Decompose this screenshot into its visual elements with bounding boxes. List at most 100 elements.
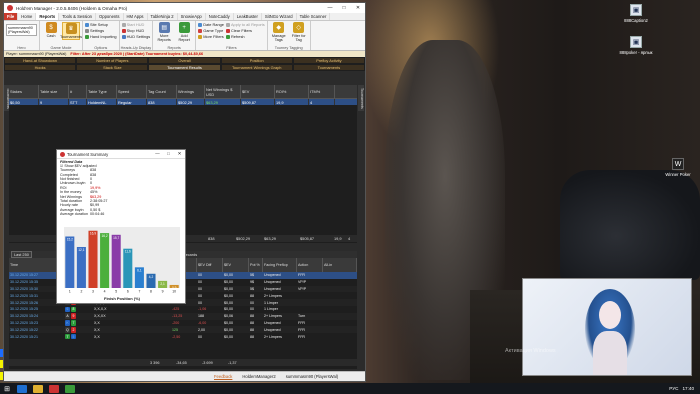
col-number[interactable]: # xyxy=(69,85,87,98)
menu-reports[interactable]: Reports xyxy=(36,13,60,20)
menu-sitngo-wizard[interactable]: SitNGo Wizard xyxy=(262,13,297,20)
tab-hooks[interactable]: Hooks xyxy=(4,64,77,71)
explorer-icon[interactable] xyxy=(33,384,43,393)
cell-action: FFR xyxy=(298,334,305,339)
tab-position[interactable]: Position xyxy=(220,57,293,64)
tab-tournament-winnings-graph[interactable]: Tournament Winnings Graph xyxy=(220,64,293,71)
side-tab-right[interactable]: Tournaments xyxy=(358,85,364,111)
menu-hm-apps[interactable]: HM Apps xyxy=(124,13,148,20)
col-roi[interactable]: ROI% xyxy=(275,85,309,98)
hand-row[interactable]: 30.12.2020 15:21 T 5 X,X -2,50 00 $0,00 88 2+ Li… xyxy=(9,333,357,340)
col-stakes[interactable]: Stakes xyxy=(9,85,39,98)
close-button[interactable]: ✕ xyxy=(351,5,365,11)
hand-row[interactable]: 30.12.2020 15:22 Q 2 X,X 125 2,00 $0,00 88 Unope… xyxy=(9,326,357,334)
cell-ev: $0,00 xyxy=(224,300,233,305)
tab-overall[interactable]: Overall xyxy=(148,57,221,64)
poker-client-icon[interactable] xyxy=(65,384,75,393)
col-table-size[interactable]: Table size xyxy=(39,85,69,98)
col-time[interactable]: Time xyxy=(9,258,63,272)
button-label: Clear Filters xyxy=(230,28,252,33)
col-net-winnings[interactable]: Net Winnings $ USD xyxy=(205,85,241,98)
col-tag-count[interactable]: Tag Count xyxy=(147,85,177,98)
hand-importing-button[interactable]: Hand Importing xyxy=(85,34,117,39)
cell-pot: 00 xyxy=(250,307,254,312)
hem-main-window[interactable]: Hold'em Manager - 2.0.5.8406 (Holdem & O… xyxy=(3,2,366,382)
footer-spacer xyxy=(9,359,149,366)
menu-file[interactable]: File xyxy=(4,13,19,20)
tab-tournament-results[interactable]: Tournament Results xyxy=(148,64,221,71)
table-row[interactable]: $0,50 9 STT HoldemNL Regular 838 $502,29… xyxy=(9,99,357,105)
tab-hand-at-showdown[interactable]: Hand-at Showdown xyxy=(4,57,77,64)
menu-table-scanner[interactable]: Table Scanner xyxy=(297,13,331,20)
hand-row[interactable]: 30.12.2020 15:24 A 9 X,X,XX -13,25 188 $0,06 88… xyxy=(9,312,357,320)
cell-board: X,X xyxy=(94,320,100,325)
start-hud-button[interactable]: Start HUD xyxy=(121,22,151,27)
play-icon xyxy=(121,22,126,27)
feedback-link[interactable]: Feedback xyxy=(214,374,232,379)
col-itm[interactable]: ITM% xyxy=(309,85,335,98)
col-all-in[interactable]: All-in xyxy=(323,258,357,272)
clear-filters-button[interactable]: Clear Filters xyxy=(225,28,265,33)
dialog-close-button[interactable]: ✕ xyxy=(174,151,185,157)
tournaments-mode-button[interactable]: ♛ Tournaments xyxy=(60,22,82,40)
col-winnings[interactable]: Winnings xyxy=(177,85,205,98)
tab-tournaments[interactable]: Tournaments xyxy=(292,64,365,71)
add-report-button[interactable]: + Add Report xyxy=(175,22,193,42)
menu-opponents[interactable]: Opponents xyxy=(96,13,124,20)
menu-leakbuster[interactable]: LeakBuster xyxy=(234,13,262,20)
edge-icon[interactable] xyxy=(17,384,27,393)
hand-count-select[interactable]: Last 250 xyxy=(11,251,32,258)
hem-taskbar-icon[interactable] xyxy=(49,384,59,393)
playing-card: T xyxy=(65,333,70,340)
desktop-icon-888poker[interactable]: ▣ 888poker - ярлык xyxy=(612,36,660,55)
game-type-button[interactable]: Game Type xyxy=(198,28,224,33)
windows-start-icon[interactable]: ⊞ xyxy=(0,383,14,394)
minimize-button[interactable]: — xyxy=(323,5,337,11)
tray-clock[interactable]: 17:40 xyxy=(683,386,695,391)
refresh-button[interactable]: Refresh xyxy=(225,34,265,39)
manage-tags-button[interactable]: ◆ Manage Tags xyxy=(270,22,288,42)
more-filters-button[interactable]: More Filters xyxy=(198,34,224,39)
menu-tableninja[interactable]: TableNinja 2 xyxy=(148,13,178,20)
menu-home[interactable]: Home xyxy=(18,13,37,20)
col-table-type[interactable]: Table Type xyxy=(87,85,117,98)
tray-language[interactable]: РУС xyxy=(669,386,678,391)
system-tray: РУС 17:40 xyxy=(669,386,700,391)
apply-all-reports-button[interactable]: Apply to all Reports xyxy=(225,22,265,27)
more-reports-button[interactable]: ▤ More Reports xyxy=(155,22,173,42)
tab-preflop-activity[interactable]: Prefloy Activity xyxy=(292,57,365,64)
col-pot[interactable]: Pot % xyxy=(249,258,263,272)
maximize-button[interactable]: □ xyxy=(337,5,351,11)
hud-settings-button[interactable]: HUD Settings xyxy=(121,34,150,39)
col-ev[interactable]: $EV xyxy=(241,85,275,98)
button-label: Date Range xyxy=(203,22,224,27)
site-setup-button[interactable]: Site Setup xyxy=(85,22,117,27)
windows-taskbar: ⊞ РУС 17:40 xyxy=(0,383,700,394)
menu-snowieapp[interactable]: SnowieApp xyxy=(178,13,206,20)
overlay-image-window[interactable] xyxy=(522,278,692,376)
group-label: Filters xyxy=(226,46,237,50)
stop-hud-button[interactable]: Stop HUD xyxy=(121,28,151,33)
dialog-maximize-button[interactable]: □ xyxy=(163,151,174,157)
col-ev-diff[interactable]: $EV Diff xyxy=(197,258,223,272)
cell-facing-preflop: Unopened xyxy=(264,286,281,291)
col-action[interactable]: Action xyxy=(297,258,323,272)
tab-number-of-players[interactable]: Number of Players xyxy=(76,57,149,64)
filter-for-tag-button[interactable]: ◇ Filter for Tag xyxy=(290,22,308,42)
cash-mode-button[interactable]: $ Cash xyxy=(42,22,60,38)
menu-notecaddy[interactable]: NoteCaddy xyxy=(206,13,234,20)
hero-select[interactable]: summmasm90 (PlayersWal) xyxy=(6,24,37,36)
settings-button[interactable]: Settings xyxy=(85,28,117,33)
dialog-minimize-button[interactable]: — xyxy=(152,151,163,157)
tournament-summary-dialog[interactable]: Tournament Summary — □ ✕ Filtered Data ☑… xyxy=(56,149,186,304)
col-facing-preflop[interactable]: Facing Preflop xyxy=(263,258,297,272)
col-speed[interactable]: Speed xyxy=(117,85,147,98)
desktop-icon-winner-poker[interactable]: W Winner Poker xyxy=(654,158,700,177)
menu-tools-session[interactable]: Tools & Session xyxy=(59,13,97,20)
tab-stack-size[interactable]: Stack Size xyxy=(76,64,149,71)
hand-row[interactable]: 30.12.2020 15:25 6 8 X,X,X,X -425 -1,06 $0,00 0… xyxy=(9,306,357,313)
date-range-button[interactable]: Date Range xyxy=(198,22,224,27)
col-ev2[interactable]: $EV xyxy=(223,258,249,272)
desktop-icon-888caption[interactable]: ▣ 888Caption2 xyxy=(612,4,660,23)
hand-row[interactable]: 30.12.2020 15:23 K 7 X,X -200 -6,00 $0,00 88 Uno… xyxy=(9,320,357,327)
